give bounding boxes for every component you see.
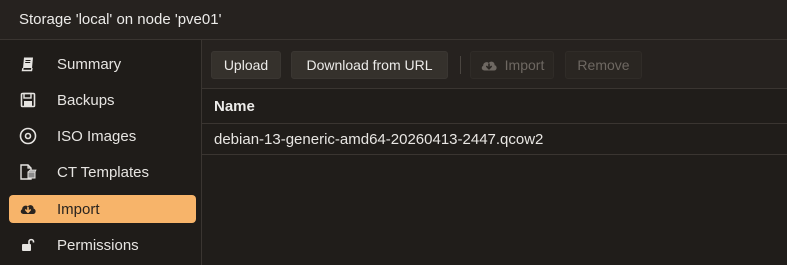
sidebar-item-import[interactable]: Import bbox=[9, 195, 196, 223]
sidebar-item-label: Summary bbox=[57, 56, 122, 73]
cloud-download-icon bbox=[480, 58, 498, 73]
toolbar: Upload Download from URL Import Remove bbox=[202, 40, 787, 89]
panel-title: Storage 'local' on node 'pve01' bbox=[19, 11, 222, 28]
sidebar-item-label: Import bbox=[57, 201, 100, 218]
sidebar-item-label: ISO Images bbox=[57, 128, 137, 145]
sidebar-item-label: CT Templates bbox=[57, 164, 149, 181]
sidebar-item-label: Backups bbox=[57, 92, 115, 109]
sidebar-item-summary[interactable]: Summary bbox=[9, 50, 196, 78]
column-header-name[interactable]: Name bbox=[214, 98, 255, 115]
container-template-icon bbox=[19, 163, 37, 181]
sidebar-item-permissions[interactable]: Permissions bbox=[9, 231, 196, 259]
download-from-url-button[interactable]: Download from URL bbox=[291, 51, 448, 79]
sidebar: Summary Backups ISO Images CT Templates … bbox=[0, 40, 202, 265]
book-icon bbox=[19, 55, 37, 73]
content-area: Upload Download from URL Import Remove N… bbox=[202, 40, 787, 265]
floppy-disk-icon bbox=[19, 91, 37, 109]
grid-header: Name bbox=[202, 89, 787, 124]
cloud-download-icon bbox=[19, 200, 37, 218]
table-row[interactable]: debian-13-generic-amd64-20260413-2447.qc… bbox=[202, 124, 787, 155]
upload-button[interactable]: Upload bbox=[211, 51, 281, 79]
storage-panel: Storage 'local' on node 'pve01' Summary bbox=[0, 0, 787, 265]
sidebar-item-label: Permissions bbox=[57, 237, 139, 254]
disc-icon bbox=[19, 127, 37, 145]
sidebar-item-iso-images[interactable]: ISO Images bbox=[9, 122, 196, 150]
import-button[interactable]: Import bbox=[470, 51, 554, 79]
sidebar-item-backups[interactable]: Backups bbox=[9, 86, 196, 114]
title-bar: Storage 'local' on node 'pve01' bbox=[0, 0, 787, 40]
toolbar-separator bbox=[460, 56, 461, 74]
file-name-cell: debian-13-generic-amd64-20260413-2447.qc… bbox=[214, 131, 544, 148]
import-button-label: Import bbox=[504, 57, 545, 73]
unlock-icon bbox=[19, 236, 37, 254]
remove-button[interactable]: Remove bbox=[565, 51, 642, 79]
sidebar-item-ct-templates[interactable]: CT Templates bbox=[9, 158, 196, 186]
